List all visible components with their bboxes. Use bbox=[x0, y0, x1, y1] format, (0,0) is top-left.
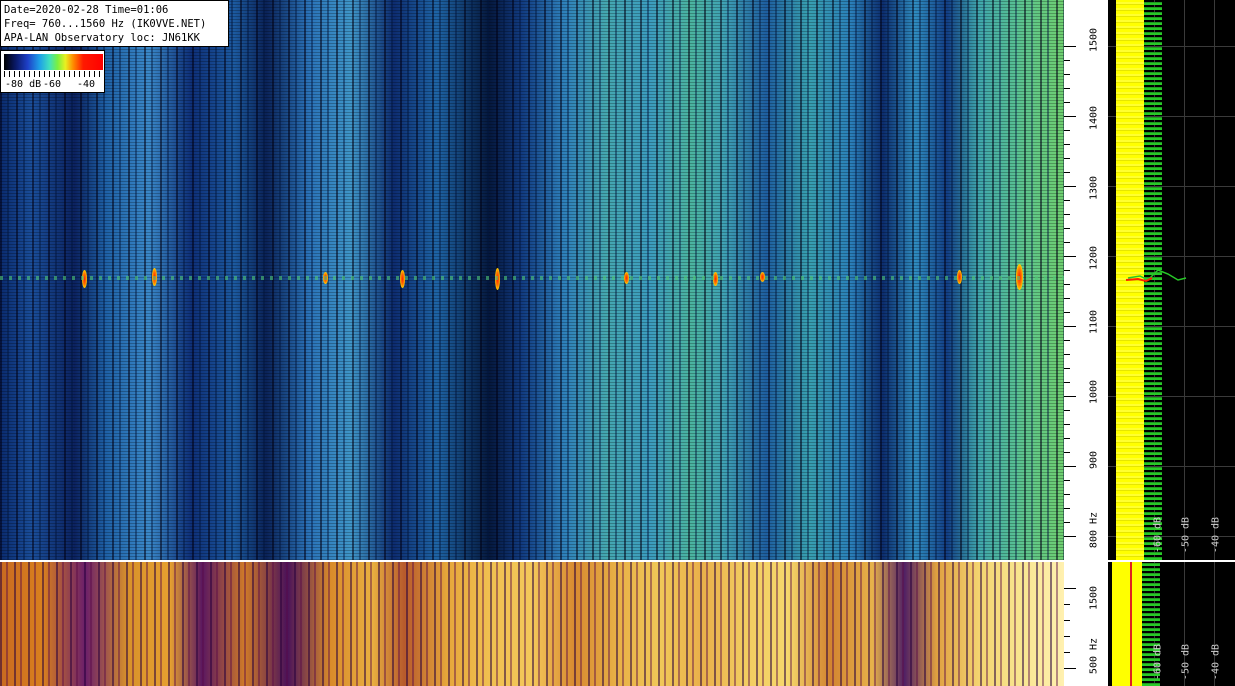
color-scale-bar bbox=[4, 54, 103, 70]
freq-label-1300: 1300 bbox=[1088, 175, 1100, 201]
freq-label-1200: 1200 bbox=[1088, 245, 1100, 271]
freq-label-1100: 1100 bbox=[1088, 309, 1100, 335]
freq-label-1500: 1500 bbox=[1088, 27, 1100, 53]
signal-trace bbox=[760, 272, 765, 282]
signal-trace bbox=[1016, 264, 1023, 290]
main-waterfall-display[interactable] bbox=[0, 0, 1064, 560]
spectrum-panel-low: -60 dB -50 dB -40 dB bbox=[1108, 562, 1235, 686]
signal-trace bbox=[82, 270, 87, 288]
low-band-waterfall-display[interactable] bbox=[0, 562, 1064, 686]
signal-trace bbox=[400, 270, 405, 288]
db-label-40: -40 dB bbox=[1210, 516, 1222, 554]
freq-label-1000: 1000 bbox=[1088, 379, 1100, 405]
signal-peak-trace bbox=[1125, 269, 1187, 283]
date-time-line: Date=2020-02-28 Time=01:06 bbox=[4, 4, 169, 16]
legend-label-60: -60 bbox=[43, 79, 62, 90]
signal-trace bbox=[323, 272, 328, 284]
freq-label-800hz: 800 Hz bbox=[1088, 511, 1100, 549]
spectrum-panel-main: -60 dB -50 dB -40 dB bbox=[1108, 0, 1235, 560]
signal-trace bbox=[624, 272, 629, 284]
frequency-scale-main bbox=[1064, 0, 1108, 560]
low-average-spectrum-trace bbox=[1112, 562, 1142, 686]
signal-trace bbox=[152, 268, 157, 286]
color-scale-legend: -80 dB -60 -40 bbox=[0, 50, 105, 93]
low-peak-marker bbox=[1130, 562, 1132, 686]
db-label-60: -60 dB bbox=[1152, 516, 1164, 554]
freq-label-1400: 1400 bbox=[1088, 105, 1100, 131]
frequency-range-line: Freq= 760...1560 Hz (IK0VVE.NET) bbox=[4, 18, 207, 30]
legend-label-80db: -80 dB bbox=[5, 79, 42, 90]
low-freq-label-1500: 1500 bbox=[1088, 585, 1100, 611]
signal-trace bbox=[495, 268, 500, 290]
observatory-line: APA-LAN Observatory loc: JN61KK bbox=[4, 32, 200, 44]
low-db-label-40: -40 dB bbox=[1210, 643, 1222, 681]
signal-trace bbox=[713, 272, 718, 286]
legend-label-40: -40 bbox=[77, 79, 96, 90]
frequency-scale-low bbox=[1064, 562, 1108, 686]
low-freq-label-500hz: 500 Hz bbox=[1088, 637, 1100, 675]
low-db-label-60: -60 dB bbox=[1152, 643, 1164, 681]
color-scale-ticks bbox=[4, 71, 103, 77]
db-label-50: -50 dB bbox=[1180, 516, 1192, 554]
observation-info-box: Date=2020-02-28 Time=01:06 Freq= 760...1… bbox=[0, 0, 229, 47]
freq-label-900: 900 bbox=[1088, 450, 1100, 470]
low-db-label-50: -50 dB bbox=[1180, 643, 1192, 681]
signal-trace bbox=[957, 270, 962, 284]
